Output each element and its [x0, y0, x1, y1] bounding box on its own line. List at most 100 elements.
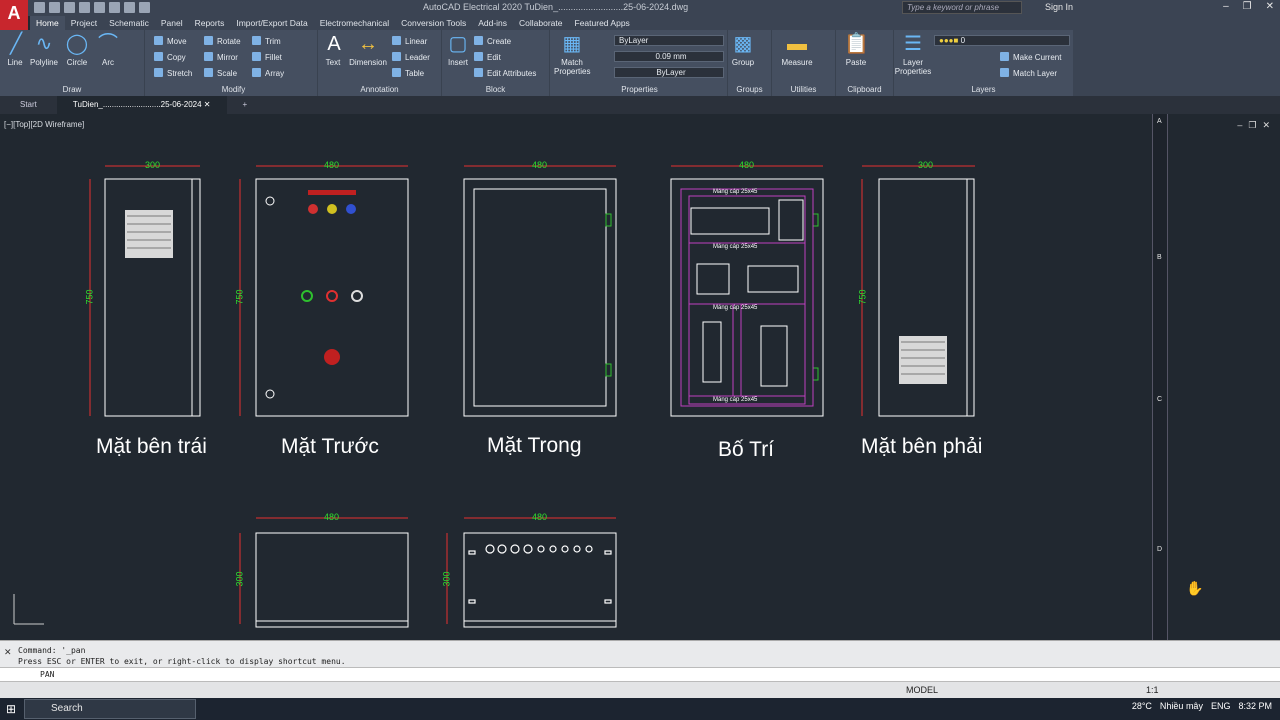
move-button[interactable]: Move — [154, 36, 187, 46]
weather-temp[interactable]: 28°C — [1132, 701, 1152, 711]
ruler-a: A — [1157, 118, 1162, 125]
autocad-logo[interactable]: A — [0, 0, 28, 30]
new-icon[interactable] — [34, 2, 45, 13]
tab-home[interactable]: Home — [30, 16, 65, 30]
layer-properties-button[interactable]: ☰ Layer Properties — [894, 33, 932, 76]
groups-panel-title[interactable]: Groups — [728, 85, 771, 94]
edit-attributes-button[interactable]: Edit Attributes — [474, 68, 536, 78]
trim-button[interactable]: Trim — [252, 36, 281, 46]
signin-link[interactable]: Sign In — [1045, 2, 1073, 12]
weather-desc[interactable]: Nhiều mây — [1160, 701, 1203, 711]
rotate-button[interactable]: Rotate — [204, 36, 241, 46]
annotation-scale[interactable]: 1:1 — [1146, 685, 1159, 695]
open-icon[interactable] — [49, 2, 60, 13]
language-indicator[interactable]: ENG — [1211, 701, 1231, 711]
polyline-button[interactable]: ∿ Polyline — [28, 33, 60, 67]
clipboard-panel-title[interactable]: Clipboard — [836, 85, 893, 94]
vent-slots — [127, 215, 945, 375]
arc-button[interactable]: ⌒ Arc — [96, 33, 120, 67]
array-button[interactable]: Array — [252, 68, 284, 78]
table-button[interactable]: Table — [392, 68, 424, 78]
match-layer-button[interactable]: Match Layer — [1000, 68, 1057, 78]
dim-left-width: 300 — [145, 160, 161, 170]
windows-start-icon[interactable]: ⊞ — [6, 702, 16, 716]
file-tab-start[interactable]: Start — [0, 96, 57, 114]
tab-panel[interactable]: Panel — [155, 16, 189, 30]
dim-right-width: 300 — [918, 160, 934, 170]
create-block-button[interactable]: Create — [474, 36, 511, 46]
tab-schematic[interactable]: Schematic — [103, 16, 155, 30]
mirror-icon — [204, 52, 213, 61]
tab-project[interactable]: Project — [65, 16, 103, 30]
dimension-button[interactable]: ↔ Dimension — [348, 33, 388, 67]
match-layer-icon — [1000, 68, 1009, 77]
close-icon[interactable]: ✕ — [1266, 1, 1274, 12]
undo-icon[interactable] — [124, 2, 135, 13]
color-dropdown[interactable]: ByLayer — [614, 35, 724, 46]
fillet-button[interactable]: Fillet — [252, 52, 282, 62]
insert-button[interactable]: ▢ Insert — [446, 33, 470, 67]
tab-collaborate[interactable]: Collaborate — [513, 16, 568, 30]
leader-button[interactable]: Leader — [392, 52, 430, 62]
clock[interactable]: 8:32 PM — [1238, 701, 1272, 711]
text-button[interactable]: A Text — [322, 33, 344, 67]
saveas-icon[interactable] — [79, 2, 90, 13]
taskbar-search[interactable]: Search — [24, 699, 196, 719]
array-icon — [252, 68, 261, 77]
redo-icon[interactable] — [139, 2, 150, 13]
ribbon-tabs: Home Project Schematic Panel Reports Imp… — [30, 16, 1280, 30]
paste-button[interactable]: 📋 Paste — [842, 33, 870, 67]
save-icon[interactable] — [64, 2, 75, 13]
new-tab-button[interactable]: + — [227, 96, 264, 114]
linetype-dropdown[interactable]: ByLayer — [614, 67, 724, 78]
cloud-icon[interactable] — [94, 2, 105, 13]
close-command-icon[interactable]: ✕ — [4, 647, 12, 658]
make-current-button[interactable]: Make Current — [1000, 52, 1061, 62]
vp-minimize-icon[interactable]: – — [1237, 120, 1242, 131]
minimize-icon[interactable]: – — [1223, 1, 1229, 12]
tab-reports[interactable]: Reports — [189, 16, 231, 30]
vp-restore-icon[interactable]: ❐ — [1248, 120, 1256, 131]
linear-button[interactable]: Linear — [392, 36, 427, 46]
edit-block-button[interactable]: Edit — [474, 52, 501, 62]
print-icon[interactable] — [109, 2, 120, 13]
modify-panel-title[interactable]: Modify — [150, 85, 317, 94]
stretch-button[interactable]: Stretch — [154, 68, 192, 78]
layer-dropdown[interactable]: ●●●■ 0 — [934, 35, 1070, 46]
measure-button[interactable]: ▬ Measure — [780, 33, 814, 67]
group-button[interactable]: ▩ Group — [730, 33, 756, 67]
annotation-panel-title[interactable]: Annotation — [318, 85, 441, 94]
lineweight-dropdown[interactable]: 0.09 mm — [614, 51, 724, 62]
scale-button[interactable]: Scale — [204, 68, 237, 78]
command-input[interactable]: PAN — [0, 667, 1280, 681]
search-input[interactable]: Type a keyword or phrase — [902, 1, 1022, 14]
tab-addins[interactable]: Add-ins — [472, 16, 513, 30]
dim-bottom-height: 300 — [441, 571, 452, 587]
tab-electromechanical[interactable]: Electromechanical — [314, 16, 395, 30]
leader-icon — [392, 52, 401, 61]
layers-panel-title[interactable]: Layers — [894, 85, 1073, 94]
copy-button[interactable]: Copy — [154, 52, 186, 62]
restore-icon[interactable]: ❐ — [1243, 1, 1252, 12]
draw-panel-title[interactable]: Draw — [0, 85, 144, 94]
match-properties-button[interactable]: ▦ Match Properties — [554, 33, 590, 76]
tab-import-export[interactable]: Import/Export Data — [230, 16, 313, 30]
system-tray: 28°C Nhiều mây ENG 8:32 PM — [1132, 701, 1272, 711]
model-tab[interactable]: MODEL — [906, 685, 938, 695]
mirror-button[interactable]: Mirror — [204, 52, 238, 62]
vp-close-icon[interactable]: ✕ — [1262, 120, 1270, 131]
close-tab-icon[interactable]: ✕ — [204, 100, 211, 109]
file-tab-drawing[interactable]: TuDien_..........................25-06-2… — [56, 96, 227, 114]
block-panel-title[interactable]: Block — [442, 85, 549, 94]
drawing-canvas[interactable]: [−][Top][2D Wireframe] – ❐ ✕ 300 750 480… — [0, 114, 1280, 640]
tab-conversion[interactable]: Conversion Tools — [395, 16, 472, 30]
utilities-panel-title[interactable]: Utilities — [772, 85, 835, 94]
tab-featured-apps[interactable]: Featured Apps — [569, 16, 636, 30]
circle-button[interactable]: ◯ Circle — [64, 33, 90, 67]
text-icon: A — [327, 33, 341, 55]
vent-grilles — [125, 210, 947, 384]
line-button[interactable]: ╱ Line — [4, 33, 26, 67]
attributes-icon — [474, 68, 483, 77]
clipboard-panel: 📋 Paste Clipboard — [836, 30, 894, 96]
properties-panel-title[interactable]: Properties — [552, 85, 727, 94]
